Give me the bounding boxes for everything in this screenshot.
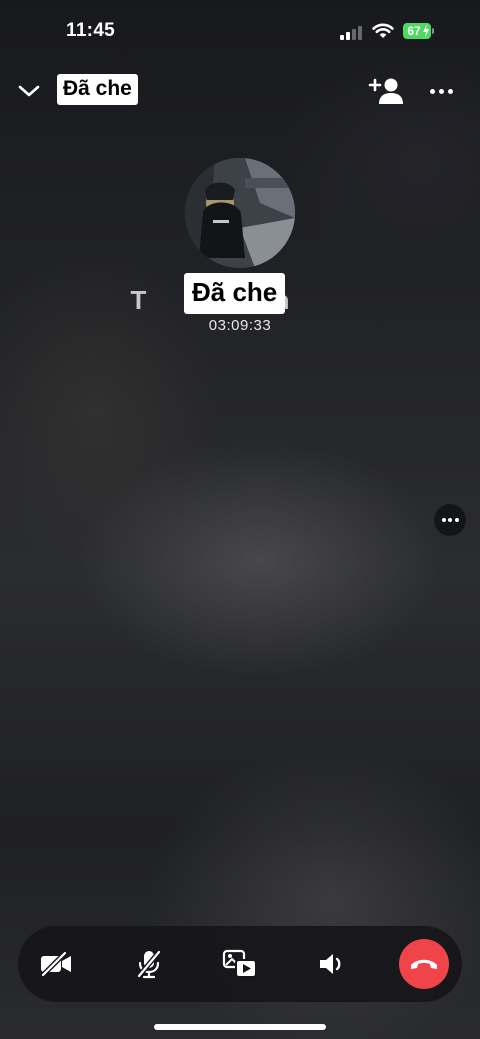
call-controls-bar (18, 926, 462, 1002)
camera-off-button[interactable] (32, 940, 80, 988)
collapse-button[interactable] (14, 76, 44, 106)
home-indicator (154, 1024, 326, 1030)
switch-media-button[interactable] (216, 940, 264, 988)
contact-avatar (185, 158, 295, 268)
chevron-down-icon (18, 85, 40, 97)
video-off-icon (40, 951, 71, 977)
status-bar: 11:45 67 (0, 0, 480, 64)
phone-hangup-icon (411, 959, 437, 969)
cellular-signal-icon (340, 24, 366, 40)
charging-bolt-icon (423, 24, 429, 38)
call-duration: 03:09:33 (208, 317, 272, 334)
header-contact-name: Đã che (57, 74, 138, 105)
more-horizontal-icon (429, 88, 435, 94)
mute-button[interactable] (125, 940, 173, 988)
contact-name: Đã che (184, 273, 286, 314)
more-options-button[interactable] (426, 78, 456, 104)
end-call-button[interactable] (399, 939, 449, 989)
mic-off-icon (136, 949, 162, 979)
avatar-photo (185, 158, 295, 268)
add-person-icon[interactable] (368, 76, 404, 106)
side-more-button[interactable] (434, 504, 466, 536)
wifi-icon (372, 23, 394, 38)
more-horizontal-icon (441, 518, 446, 522)
speaker-button[interactable] (308, 940, 356, 988)
media-switch-icon (222, 949, 257, 978)
battery-indicator: 67 (403, 23, 431, 39)
call-header: Đã che (0, 70, 480, 114)
call-background (0, 0, 480, 1039)
status-time: 11:45 (66, 20, 116, 41)
speaker-icon (320, 954, 341, 974)
battery-tip (432, 28, 434, 34)
battery-level: 67 (407, 24, 421, 38)
